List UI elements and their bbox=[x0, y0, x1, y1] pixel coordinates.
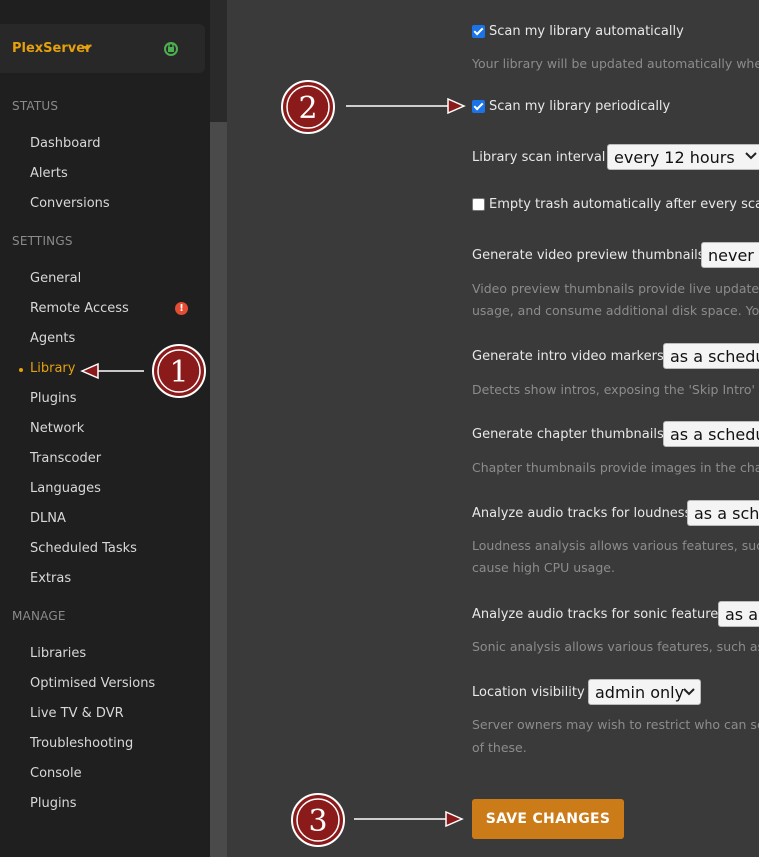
sidebar-item-conversions[interactable]: Conversions bbox=[30, 196, 110, 211]
scan-periodic-label[interactable]: Scan my library periodically bbox=[489, 99, 670, 114]
location-help-1: Server owners may wish to restrict who c… bbox=[472, 717, 759, 732]
loudness-select[interactable]: as a sche bbox=[687, 500, 759, 526]
sidebar-item-libraries[interactable]: Libraries bbox=[30, 646, 86, 661]
sidebar-item-optimised-versions[interactable]: Optimised Versions bbox=[30, 676, 155, 691]
annotation-badge-2: 2 bbox=[281, 80, 335, 134]
manage-heading: MANAGE bbox=[12, 609, 66, 623]
chevron-down-icon[interactable] bbox=[683, 688, 695, 696]
scan-periodic-checkbox[interactable] bbox=[472, 100, 485, 113]
scan-auto-label[interactable]: Scan my library automatically bbox=[489, 24, 684, 39]
sonic-label: Analyze audio tracks for sonic features bbox=[472, 607, 726, 622]
sonic-help: Sonic analysis allows various features, … bbox=[472, 639, 759, 654]
sidebar-item-scheduled-tasks[interactable]: Scheduled Tasks bbox=[30, 541, 137, 556]
sidebar-item-manage-plugins[interactable]: Plugins bbox=[30, 796, 77, 811]
server-name[interactable]: PlexServer bbox=[12, 41, 91, 56]
loudness-value: as a sche bbox=[694, 504, 759, 523]
annotation-arrow-2 bbox=[346, 97, 466, 115]
video-preview-help-2: usage, and consume additional disk space… bbox=[472, 303, 759, 318]
sidebar-item-general[interactable]: General bbox=[30, 271, 81, 286]
intro-markers-select[interactable]: as a schedul bbox=[663, 343, 759, 369]
loudness-help-1: Loudness analysis allows various feature… bbox=[472, 538, 759, 553]
settings-heading: SETTINGS bbox=[12, 234, 73, 248]
sidebar-item-network[interactable]: Network bbox=[30, 421, 84, 436]
scan-interval-label: Library scan interval bbox=[472, 150, 606, 165]
sidebar-item-transcoder[interactable]: Transcoder bbox=[30, 451, 101, 466]
warning-icon: ! bbox=[175, 302, 188, 315]
video-preview-help-1: Video preview thumbnails provide live up… bbox=[472, 281, 759, 296]
sidebar-item-dashboard[interactable]: Dashboard bbox=[30, 136, 101, 151]
intro-markers-label: Generate intro video markers bbox=[472, 349, 664, 364]
location-value: admin only bbox=[595, 683, 685, 702]
video-preview-value: never bbox=[708, 246, 754, 265]
annotation-arrow-1 bbox=[80, 362, 144, 380]
sidebar-item-dlna[interactable]: DLNA bbox=[30, 511, 66, 526]
loudness-help-2: cause high CPU usage. bbox=[472, 560, 615, 575]
annotation-number-2: 2 bbox=[298, 91, 317, 126]
chapter-thumbs-select[interactable]: as a schedul bbox=[663, 421, 759, 447]
sidebar-scrollbar-thumb[interactable] bbox=[210, 122, 227, 857]
sidebar: PlexServer STATUS Dashboard Alerts Conve… bbox=[0, 0, 210, 857]
loudness-label: Analyze audio tracks for loudness bbox=[472, 506, 692, 521]
sidebar-item-library[interactable]: Library bbox=[30, 361, 75, 376]
scan-auto-help: Your library will be updated automatical… bbox=[472, 56, 759, 71]
sidebar-item-console[interactable]: Console bbox=[30, 766, 82, 781]
chapter-thumbs-help: Chapter thumbnails provide images in the… bbox=[472, 460, 759, 475]
sidebar-item-troubleshooting[interactable]: Troubleshooting bbox=[30, 736, 133, 751]
annotation-badge-3: 3 bbox=[291, 793, 345, 847]
status-heading: STATUS bbox=[12, 99, 59, 113]
sonic-value: as a bbox=[725, 605, 759, 624]
chevron-down-icon[interactable] bbox=[83, 46, 91, 51]
empty-trash-checkbox[interactable] bbox=[472, 198, 485, 211]
video-preview-label: Generate video preview thumbnails bbox=[472, 248, 705, 263]
location-help-2: of these. bbox=[472, 740, 527, 755]
annotation-arrow-3 bbox=[354, 810, 464, 828]
intro-markers-help: Detects show intros, exposing the 'Skip … bbox=[472, 382, 759, 397]
chapter-thumbs-label: Generate chapter thumbnails bbox=[472, 427, 664, 442]
location-label: Location visibility bbox=[472, 685, 585, 700]
sonic-select[interactable]: as a bbox=[718, 601, 759, 627]
sidebar-item-agents[interactable]: Agents bbox=[30, 331, 75, 346]
scan-auto-checkbox[interactable] bbox=[472, 25, 485, 38]
sidebar-item-extras[interactable]: Extras bbox=[30, 571, 71, 586]
save-changes-button[interactable]: SAVE CHANGES bbox=[472, 799, 624, 839]
scan-interval-select[interactable]: every 12 hours bbox=[607, 144, 759, 170]
sidebar-item-remote-access[interactable]: Remote Access bbox=[30, 301, 129, 316]
sidebar-item-alerts[interactable]: Alerts bbox=[30, 166, 68, 181]
empty-trash-label[interactable]: Empty trash automatically after every sc… bbox=[489, 197, 759, 212]
chevron-down-icon[interactable] bbox=[745, 152, 757, 160]
video-preview-select[interactable]: never bbox=[701, 242, 759, 268]
active-indicator bbox=[19, 368, 23, 372]
annotation-badge-1: 1 bbox=[152, 344, 206, 398]
scan-interval-value: every 12 hours bbox=[614, 148, 735, 167]
annotation-number-1: 1 bbox=[169, 355, 188, 390]
lock-icon bbox=[164, 42, 178, 56]
chapter-thumbs-value: as a schedul bbox=[670, 425, 759, 444]
intro-markers-value: as a schedul bbox=[670, 347, 759, 366]
sidebar-item-plugins[interactable]: Plugins bbox=[30, 391, 77, 406]
sidebar-item-live-tv-dvr[interactable]: Live TV & DVR bbox=[30, 706, 124, 721]
sidebar-item-languages[interactable]: Languages bbox=[30, 481, 101, 496]
annotation-number-3: 3 bbox=[308, 804, 327, 839]
